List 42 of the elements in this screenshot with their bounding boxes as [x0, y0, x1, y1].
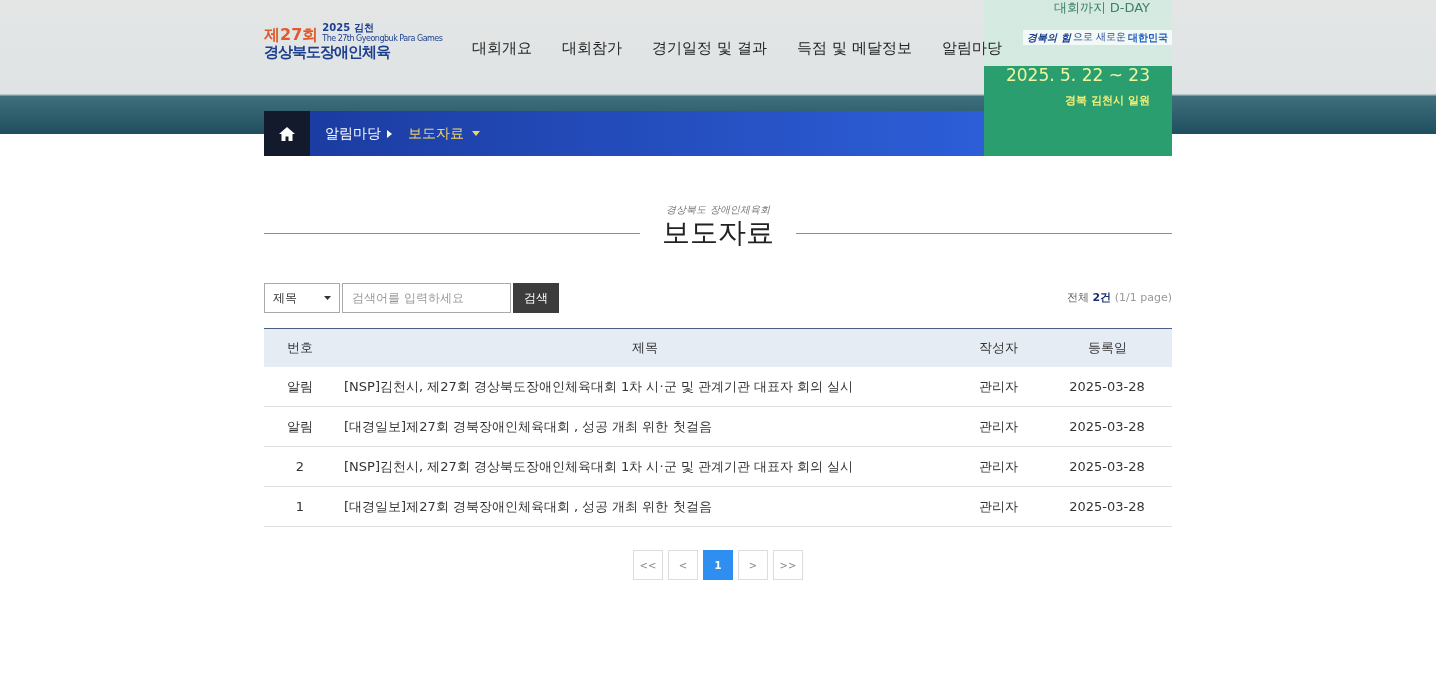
post-title-link[interactable]: [대경일보]제27회 경북장애인체육대회 , 성공 개최 위한 첫걸음 [344, 418, 712, 434]
table-cell: 2 [264, 446, 336, 487]
logo[interactable]: 제27회 2025 김천 The 27th Gyeongbuk Para Games 경상북도장애인체육 [264, 22, 443, 62]
post-title-link[interactable]: [NSP]김천시, 제27회 경상북도장애인체육대회 1차 시·군 및 관계기관 대표자 회의 실시 [344, 458, 854, 474]
field-select[interactable]: 제목 [264, 283, 340, 313]
table-cell: 2025-03-28 [1042, 406, 1172, 447]
page-button[interactable]: > [738, 550, 768, 580]
table-cell: 관리자 [954, 446, 1042, 487]
page-button[interactable]: << [633, 550, 663, 580]
nav-link[interactable]: 대회참가 [562, 37, 623, 60]
search-field[interactable]: 검색어를 입력하세요 [342, 283, 511, 313]
nav-link[interactable]: 알림마당 [941, 37, 1002, 60]
table-cell: 2025-03-28 [1042, 446, 1172, 487]
breadcrumb-dropdown[interactable]: 보도자료 [408, 123, 480, 144]
table-cell: 2025-03-28 [1042, 486, 1172, 527]
table-cell: 관리자 [954, 406, 1042, 447]
organization-kicker: 경상북도 장애인체육회 [666, 203, 770, 217]
page-button[interactable]: >> [773, 550, 803, 580]
table-cell: 1 [264, 486, 336, 527]
column-header: 번호 [264, 328, 336, 367]
dday-label: 대회까지 D-DAY [1053, 1, 1150, 14]
result-summary: 전체 2건 (1/1 page) [1067, 289, 1172, 306]
nav-link[interactable]: 경기일정 및 결과 [652, 37, 767, 60]
column-header: 작성자 [954, 328, 1042, 367]
search-button[interactable]: 검색 [513, 283, 559, 313]
table-cell: 알림 [264, 366, 336, 407]
column-header: 등록일 [1042, 328, 1172, 367]
post-title-link[interactable]: [대경일보]제27회 경북장애인체육대회 , 성공 개최 위한 첫걸음 [344, 498, 712, 514]
table-cell: 알림 [264, 406, 336, 447]
slogan-logo: 경북의 힘 으로 새로운 대한민국 [1023, 30, 1172, 45]
event-place: 경북 김천시 일원 [1065, 92, 1150, 109]
event-dates: 2025. 5. 22 ~ 23 [1006, 64, 1150, 87]
table-cell: 관리자 [954, 486, 1042, 527]
table-cell: 2025-03-28 [1042, 366, 1172, 407]
page-button[interactable]: < [668, 550, 698, 580]
nav-link[interactable]: 대회개요 [472, 37, 533, 60]
table-cell: 관리자 [954, 366, 1042, 407]
page-title: 보도자료 [661, 219, 775, 247]
nav-link[interactable]: 득점 및 메달정보 [797, 37, 912, 60]
breadcrumb-link[interactable]: 알림마당 [325, 123, 381, 144]
column-header: 제목 [336, 328, 954, 367]
post-title-link[interactable]: [NSP]김천시, 제27회 경상북도장애인체육대회 1차 시·군 및 관계기관 대표자 회의 실시 [344, 378, 854, 394]
